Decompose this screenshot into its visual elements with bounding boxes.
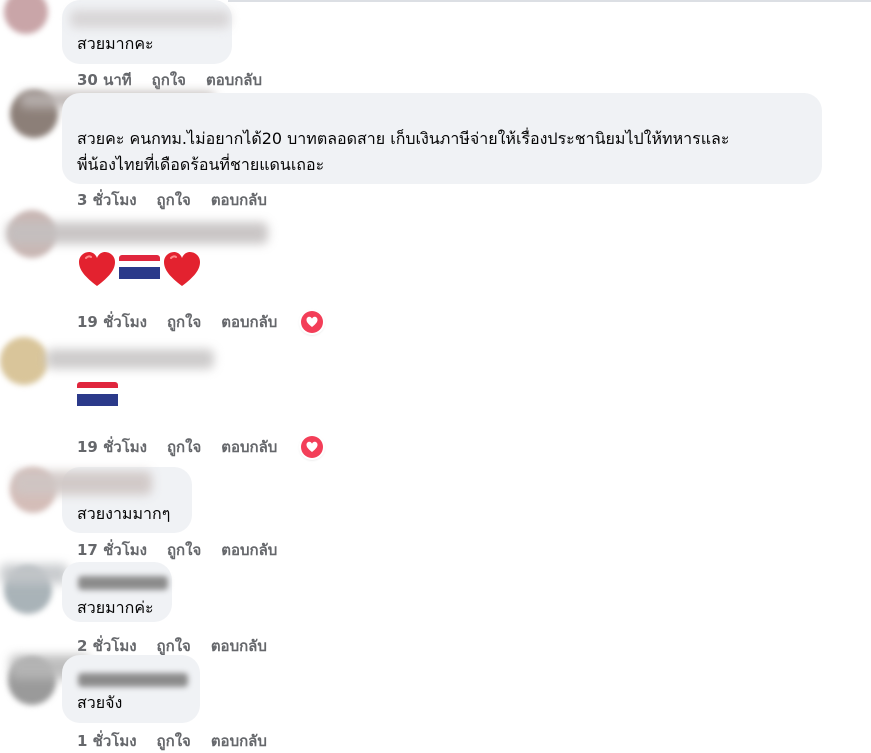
avatar[interactable] (0, 337, 48, 385)
comment-actions: 17 ชั่วโมง ถูกใจ ตอบกลับ (77, 538, 297, 562)
thai-flag-icon (77, 382, 118, 412)
comment-7: สวยจัง 1 ชั่วโมง ถูกใจ ตอบกลับ (0, 655, 871, 751)
author-name-blurred[interactable] (70, 10, 230, 28)
author-name-blurred[interactable] (14, 471, 152, 495)
comment-2: สวยคะ คนกทม.ไม่อยากได้20 บาทตลอดสาย เก็บ… (0, 88, 871, 213)
like-link[interactable]: ถูกใจ (167, 538, 201, 562)
like-link[interactable]: ถูกใจ (167, 435, 201, 459)
comment-5: สวยงามมากๆ 17 ชั่วโมง ถูกใจ ตอบกลับ (0, 465, 871, 560)
emoji-content (77, 382, 118, 412)
author-name-blurred[interactable] (0, 564, 68, 584)
thai-flag-icon (119, 255, 160, 285)
author-name-blurred[interactable] (6, 222, 268, 244)
comment-time: 17 ชั่วโมง (77, 541, 147, 559)
comment-time: 1 ชั่วโมง (77, 732, 137, 750)
red-heart-icon (79, 252, 115, 286)
comment-4: 19 ชั่วโมง ถูกใจ ตอบกลับ (0, 335, 871, 465)
comment-1: สวยมากคะ 30 นาที ถูกใจ ตอบกลับ (0, 0, 871, 95)
comment-actions: 1 ชั่วโมง ถูกใจ ตอบกลับ (77, 729, 287, 753)
comment-3: 19 ชั่วโมง ถูกใจ ตอบกลับ (0, 208, 871, 338)
author-name-blurred[interactable] (78, 576, 168, 590)
like-link[interactable]: ถูกใจ (157, 729, 191, 753)
reply-link[interactable]: ตอบกลับ (221, 435, 277, 459)
love-reaction-icon[interactable] (301, 436, 324, 458)
comment-text-line-1: สวยคะ คนกทม.ไม่อยากได้20 บาทตลอดสาย เก็บ… (77, 129, 730, 148)
love-reaction-icon[interactable] (301, 311, 324, 333)
author-name-blurred[interactable] (46, 349, 214, 369)
comment-6: สวยมากค่ะ 2 ชั่วโมง ถูกใจ ตอบกลับ (0, 562, 871, 657)
avatar[interactable] (4, 0, 48, 34)
emoji-content (77, 250, 202, 290)
comment-time: 19 ชั่วโมง (77, 438, 147, 456)
comment-text: สวยจัง (77, 693, 123, 712)
comment-text-line-2: พี่น้องไทยที่เดือดร้อนที่ชายแดนเถอะ (77, 155, 325, 174)
comment-text: สวยมากคะ (77, 34, 154, 53)
reply-link[interactable]: ตอบกลับ (221, 538, 277, 562)
comment-actions: 19 ชั่วโมง ถูกใจ ตอบกลับ (77, 435, 324, 459)
like-link[interactable]: ถูกใจ (167, 310, 201, 334)
reply-link[interactable]: ตอบกลับ (221, 310, 277, 334)
comment-text: สวยงามมากๆ (77, 504, 171, 523)
author-name-blurred[interactable] (78, 673, 188, 687)
reply-link[interactable]: ตอบกลับ (211, 729, 267, 753)
comment-time: 19 ชั่วโมง (77, 313, 147, 331)
red-heart-icon (164, 252, 200, 286)
comment-text: สวยมากค่ะ (77, 598, 154, 617)
comment-actions: 19 ชั่วโมง ถูกใจ ตอบกลับ (77, 310, 324, 334)
